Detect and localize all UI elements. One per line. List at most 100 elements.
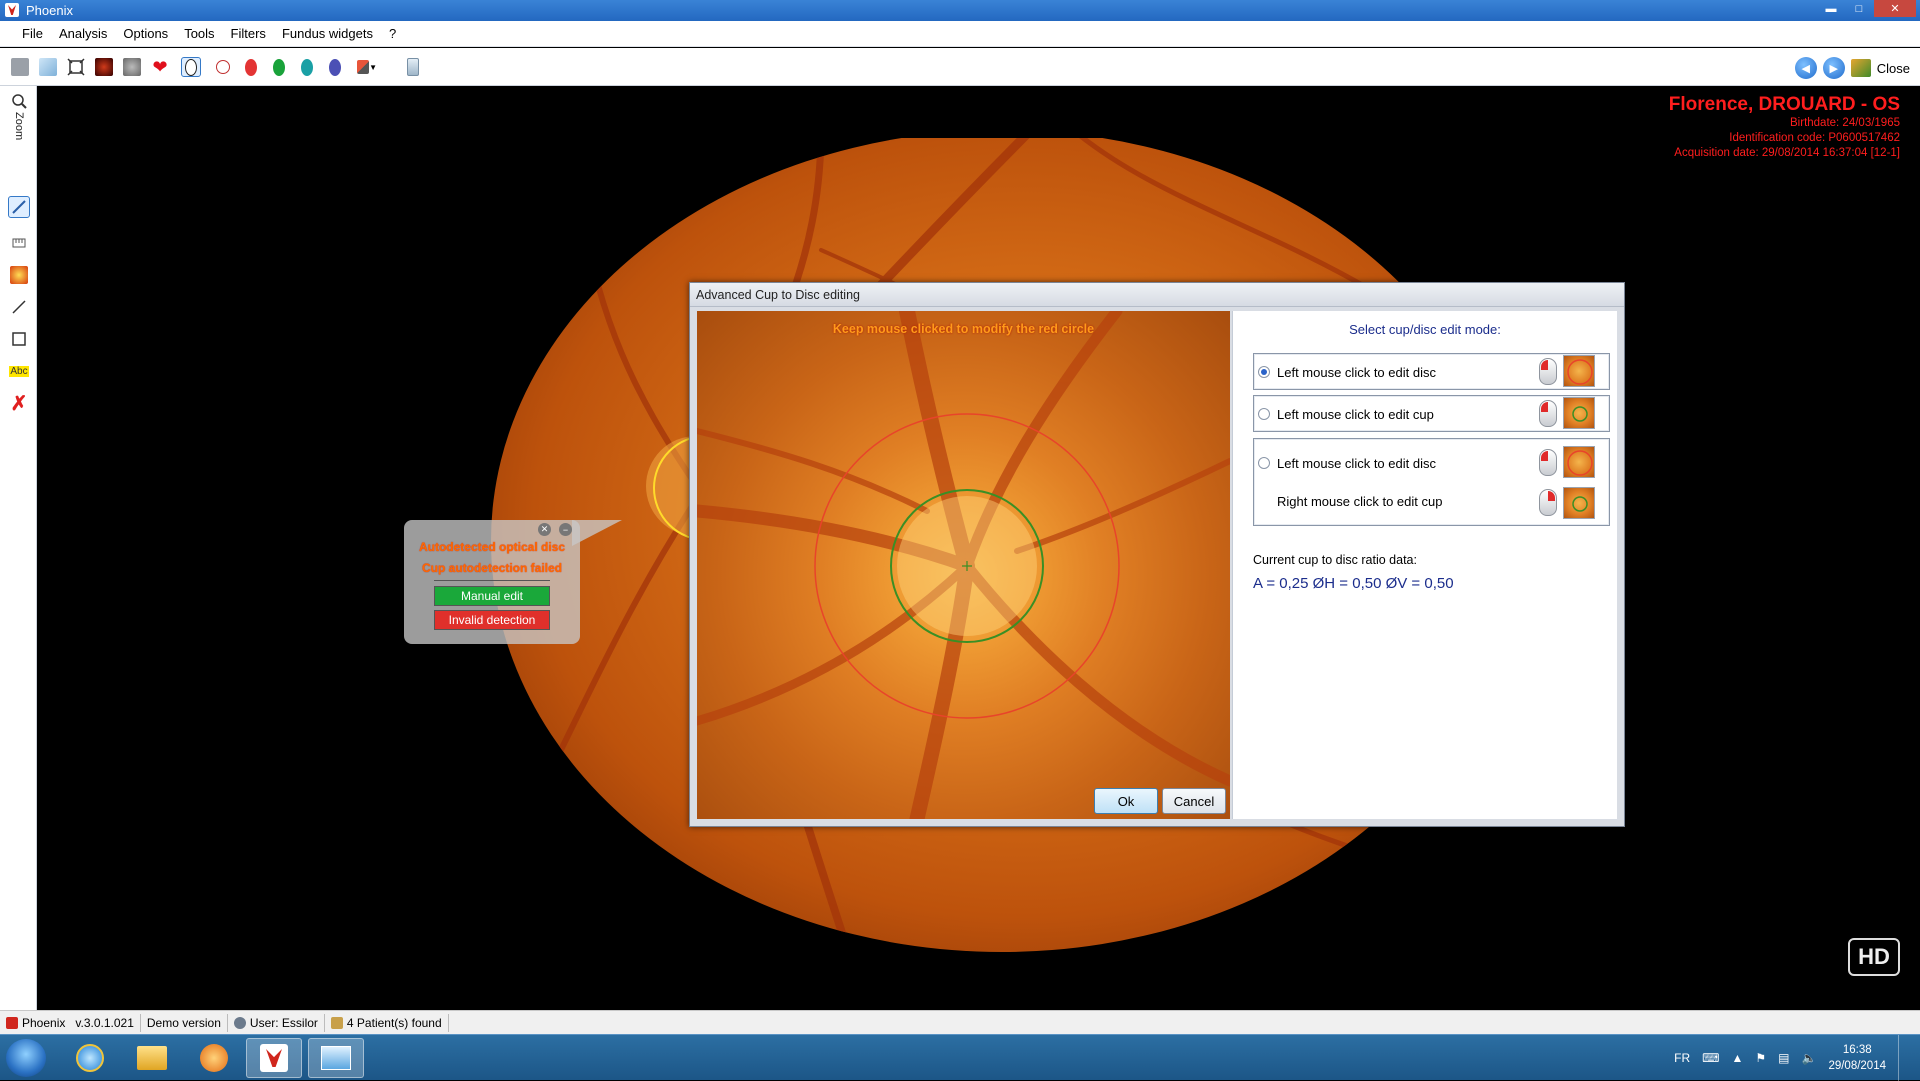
mode-option-disc[interactable]: Left mouse click to edit disc xyxy=(1253,353,1610,390)
ratio-data-values: A = 0,25 ØH = 0,50 ØV = 0,50 xyxy=(1253,575,1454,592)
menu-options[interactable]: Options xyxy=(115,26,176,41)
manual-edit-button[interactable]: Manual edit xyxy=(434,586,550,606)
menu-help[interactable]: ? xyxy=(381,26,404,41)
show-desktop-button[interactable] xyxy=(1898,1035,1910,1081)
line-tool-icon[interactable] xyxy=(8,296,30,318)
patient-info: Florence, DROUARD - OS Birthdate: 24/03/… xyxy=(1669,94,1900,161)
hd-badge[interactable]: HD xyxy=(1848,938,1900,976)
previous-icon[interactable]: ◀ xyxy=(1794,57,1817,79)
right-click-mouse-icon xyxy=(1539,489,1557,516)
heart-icon[interactable]: ❤ xyxy=(150,57,170,77)
mode-cup-radio[interactable] xyxy=(1258,408,1270,420)
patient-name: Florence, DROUARD - OS xyxy=(1668,94,1900,115)
cup-disc-dialog: Advanced Cup to Disc editing Keep mouse … xyxy=(689,282,1625,827)
phoenix-status-icon xyxy=(6,1016,18,1029)
open-folder-icon[interactable] xyxy=(38,57,58,77)
status-user: User: Essilor xyxy=(228,1013,325,1032)
text-tool-icon[interactable]: Abc xyxy=(8,360,30,382)
edit-hint-text: Keep mouse clicked to modify the red cir… xyxy=(832,322,1095,336)
cancel-button[interactable]: Cancel xyxy=(1162,788,1226,814)
menu-fundus-widgets[interactable]: Fundus widgets xyxy=(274,26,381,41)
mode-both-radio[interactable] xyxy=(1258,457,1270,469)
cup-disc-tool-icon[interactable] xyxy=(8,264,30,286)
menu-tools[interactable]: Tools xyxy=(176,26,222,41)
measure-tool-icon[interactable] xyxy=(8,196,30,218)
clock[interactable]: 16:38 29/08/2014 xyxy=(1828,1042,1886,1074)
grey-image-icon[interactable] xyxy=(10,57,30,77)
mode-disc-label: Left mouse click to edit disc xyxy=(1277,365,1436,380)
language-indicator[interactable]: FR xyxy=(1674,1051,1690,1065)
status-demo: Demo version xyxy=(141,1013,228,1032)
next-icon[interactable]: ▶ xyxy=(1822,57,1845,79)
network-icon[interactable]: ▤ xyxy=(1778,1051,1789,1065)
fit-screen-icon[interactable] xyxy=(66,57,86,77)
autodetected-disc-message: Autodetected optical disc xyxy=(418,540,566,554)
ok-button[interactable]: Ok xyxy=(1094,788,1158,814)
clock-time: 16:38 xyxy=(1842,1044,1872,1056)
minimize-button[interactable]: ▬ xyxy=(1818,0,1844,17)
dialog-title: Advanced Cup to Disc editing xyxy=(690,283,1624,307)
close-exit-icon[interactable] xyxy=(1850,59,1871,77)
volume-icon[interactable]: 🔈 xyxy=(1801,1051,1816,1065)
viewer-top-mask xyxy=(37,86,1920,138)
edit-mode-title: Select cup/disc edit mode: xyxy=(1349,322,1501,337)
mode-both-disc-label: Left mouse click to edit disc xyxy=(1277,456,1436,471)
maximize-button[interactable]: □ xyxy=(1846,0,1872,17)
show-hidden-icons-icon[interactable]: ▲ xyxy=(1731,1051,1743,1065)
red-free-image-icon[interactable] xyxy=(94,57,114,77)
status-patients-label: 4 Patient(s) found xyxy=(346,1015,442,1030)
optic-disc-zoom-image[interactable]: Keep mouse clicked to modify the red cir… xyxy=(697,311,1230,819)
mode-option-both[interactable]: Left mouse click to edit disc Right mous… xyxy=(1253,438,1610,526)
menu-file[interactable]: File xyxy=(14,26,51,41)
layers-dropdown-icon[interactable]: ▼ xyxy=(357,57,377,77)
cup-detection-failed-message: Cup autodetection failed xyxy=(421,561,562,575)
menu-filters[interactable]: Filters xyxy=(223,26,274,41)
green-channel-icon[interactable] xyxy=(269,57,289,77)
red-channel-icon[interactable] xyxy=(241,57,261,77)
mode-cup-label: Left mouse click to edit cup xyxy=(1277,407,1434,422)
popup-divider xyxy=(434,580,550,581)
mode-option-cup[interactable]: Left mouse click to edit cup xyxy=(1253,395,1610,432)
mode-both-cup-label: Right mouse click to edit cup xyxy=(1277,494,1443,509)
grey-filter-icon[interactable] xyxy=(122,57,142,77)
internet-explorer-icon[interactable] xyxy=(62,1038,118,1078)
cyan-channel-icon[interactable] xyxy=(297,57,317,77)
action-center-flag-icon[interactable]: ⚑ xyxy=(1755,1051,1766,1065)
edit-mode-panel: Select cup/disc edit mode: Left mouse cl… xyxy=(1232,311,1617,819)
ir-image-icon[interactable] xyxy=(213,57,233,77)
left-click-mouse-icon xyxy=(1539,358,1557,385)
menu-bar: File Analysis Options Tools Filters Fund… xyxy=(0,21,1920,47)
ratio-data-label: Current cup to disc ratio data: xyxy=(1253,553,1417,567)
window-close-button[interactable]: ✕ xyxy=(1874,0,1916,17)
blue-channel-icon[interactable] xyxy=(325,57,345,77)
keyboard-icon[interactable]: ⌨ xyxy=(1702,1051,1719,1065)
phoenix-app-icon xyxy=(5,3,19,17)
windows-taskbar: FR ⌨ ▲ ⚑ ▤ 🔈 16:38 29/08/2014 xyxy=(0,1034,1920,1081)
cup-edit-thumbnail-icon xyxy=(1563,487,1595,519)
status-app-name: Phoenix xyxy=(22,1015,66,1030)
start-button[interactable] xyxy=(6,1039,46,1077)
mode-disc-radio[interactable] xyxy=(1258,366,1270,378)
status-app: Phoenix v.3.0.1.021 xyxy=(0,1013,141,1032)
rectangle-tool-icon[interactable] xyxy=(8,328,30,350)
clock-date: 29/08/2014 xyxy=(1828,1060,1886,1072)
disc-select-icon[interactable] xyxy=(181,57,201,77)
menu-analysis[interactable]: Analysis xyxy=(51,26,115,41)
zoom-icon[interactable] xyxy=(8,90,30,112)
popup-minimize-icon[interactable]: − xyxy=(559,523,572,536)
file-explorer-icon[interactable] xyxy=(124,1038,180,1078)
trash-icon[interactable] xyxy=(403,57,423,77)
title-bar: Phoenix ▬ □ ✕ xyxy=(0,0,1920,21)
zoom-label: Zoom xyxy=(13,112,25,141)
remote-desktop-icon[interactable] xyxy=(308,1038,364,1078)
phoenix-taskbar-icon[interactable] xyxy=(246,1038,302,1078)
delete-tool-icon[interactable]: ✗ xyxy=(8,392,30,415)
acquisition-date: Acquisition date: 29/08/2014 16:37:04 [1… xyxy=(1674,147,1900,159)
status-user-label: User: Essilor xyxy=(249,1015,318,1030)
invalid-detection-button[interactable]: Invalid detection xyxy=(434,610,550,630)
close-label[interactable]: Close xyxy=(1877,61,1910,76)
main-toolbar: ❤ ▼ ◀ ▶ Close xyxy=(0,48,1920,86)
media-player-icon[interactable] xyxy=(186,1038,242,1078)
popup-close-icon[interactable]: ✕ xyxy=(538,523,551,536)
ruler-tool-icon[interactable] xyxy=(8,232,30,254)
